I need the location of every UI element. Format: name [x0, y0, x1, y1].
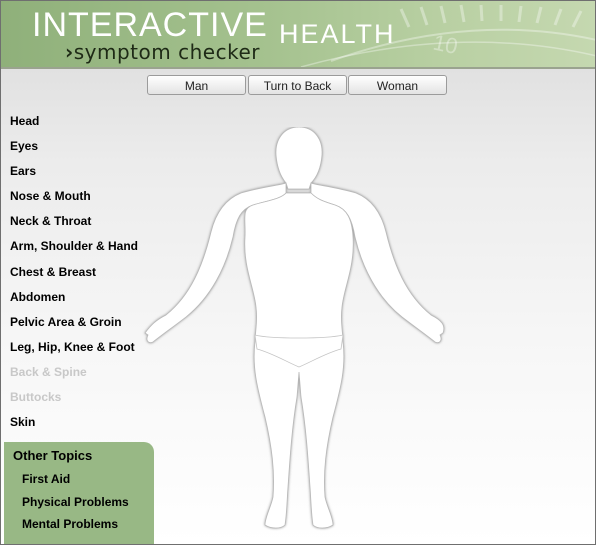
tagline: ›symptom checker [65, 39, 260, 65]
woman-button[interactable]: Woman [348, 75, 447, 95]
header-banner: 10 INTERACTIVE HEALTH ›symptom checker [1, 1, 595, 67]
gauge-number: 10 [431, 30, 460, 60]
body-area-nose-mouth[interactable]: Nose & Mouth [10, 187, 160, 212]
body-area-pelvic-groin[interactable]: Pelvic Area & Groin [10, 313, 160, 338]
body-area-neck-throat[interactable]: Neck & Throat [10, 212, 160, 237]
tagline-text: symptom checker [73, 40, 260, 64]
body-area-buttocks: Buttocks [10, 390, 62, 405]
body-area-back-spine: Back & Spine [10, 364, 87, 379]
man-button[interactable]: Man [147, 75, 246, 95]
body-area-ears[interactable]: Ears [10, 162, 160, 187]
other-topics-list: First Aid Physical Problems Mental Probl… [22, 471, 129, 539]
body-area-arm-shoulder-hand[interactable]: Arm, Shoulder & Hand [10, 237, 160, 262]
turn-to-back-button[interactable]: Turn to Back [248, 75, 347, 95]
other-topics-panel: Other Topics First Aid Physical Problems… [4, 442, 154, 544]
body-figure[interactable] [141, 127, 447, 531]
other-topics-title: Other Topics [13, 448, 93, 463]
body-area-list: Head Eyes Ears Nose & Mouth Neck & Throa… [10, 112, 160, 438]
other-topic-mental-problems[interactable]: Mental Problems [22, 516, 129, 539]
figure-head [275, 127, 323, 190]
body-area-abdomen[interactable]: Abdomen [10, 288, 160, 313]
body-area-chest-breast[interactable]: Chest & Breast [10, 263, 160, 288]
tagline-chevron: › [65, 40, 74, 64]
banner-divider [1, 67, 595, 69]
other-topic-first-aid[interactable]: First Aid [22, 471, 129, 494]
body-area-skin[interactable]: Skin [10, 413, 160, 438]
body-area-head[interactable]: Head [10, 112, 160, 137]
brand-subtitle: HEALTH [279, 19, 396, 49]
symptom-checker-app: 10 INTERACTIVE HEALTH ›symptom checker M… [0, 0, 596, 545]
body-area-eyes[interactable]: Eyes [10, 137, 160, 162]
body-area-leg-hip-knee-foot[interactable]: Leg, Hip, Knee & Foot [10, 338, 160, 363]
other-topic-physical-problems[interactable]: Physical Problems [22, 494, 129, 517]
